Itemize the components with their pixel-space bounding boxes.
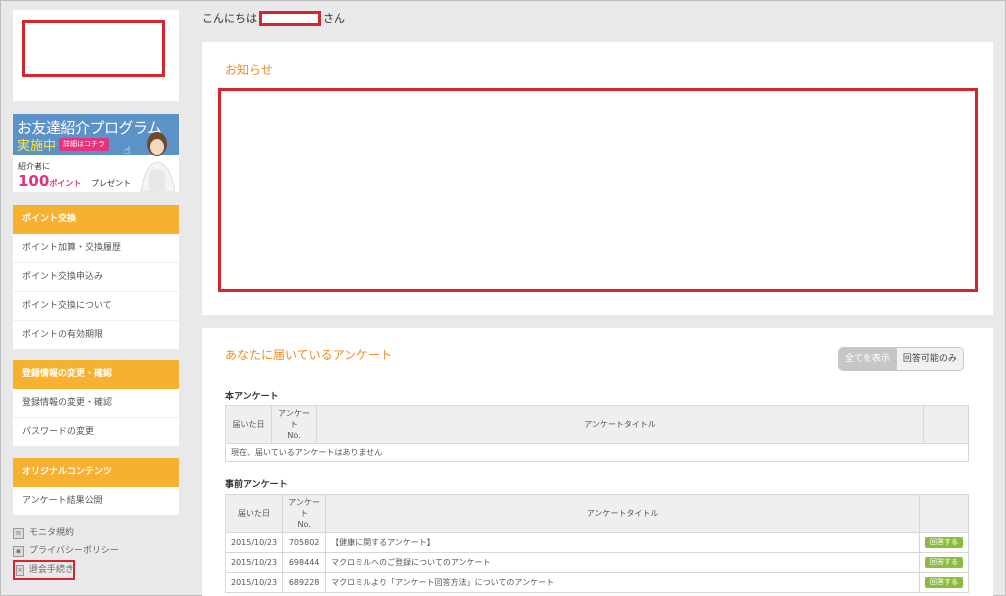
cell-no: 705802: [282, 532, 327, 553]
survey-panel: あなたに届いているアンケート 全てを表示 回答可能のみ 本アンケート 届いた日 …: [202, 328, 993, 596]
show-all-button[interactable]: 全てを表示: [839, 348, 896, 370]
menu-heading-points: ポイント交換: [13, 205, 179, 234]
empty-message: 現在、届いているアンケートはありません: [225, 443, 969, 462]
cell-action: 回答する: [919, 552, 969, 573]
cell-date: 2015/10/23: [224, 532, 284, 553]
cell-no: 689228: [282, 572, 327, 593]
banner-points: 100ポイント: [18, 172, 81, 190]
survey-filter-toggle: 全てを表示 回答可能のみ: [838, 347, 964, 371]
monitor-terms-label: モニタ規約: [29, 528, 75, 538]
points-unit: ポイント: [49, 179, 82, 188]
menu-item-password-change[interactable]: パスワードの変更: [13, 418, 179, 446]
pre-survey-title: 事前アンケート: [225, 480, 288, 490]
table-header-row: 届いた日 アンケート No. アンケートタイトル: [224, 494, 969, 533]
referral-banner[interactable]: お友達紹介プログラム 実施中 詳細はコチラ ☝ 紹介者に 100ポイント プレゼ…: [13, 114, 179, 192]
menu-points: ポイント交換 ポイント加算・交換履歴 ポイント交換申込み ポイント交換について …: [13, 205, 179, 349]
column-no: アンケート No.: [271, 405, 317, 444]
banner-present: プレゼント: [91, 179, 131, 188]
close-box-icon: ×: [16, 564, 24, 576]
table-row: 現在、届いているアンケートはありません: [225, 443, 969, 462]
lock-icon: ▪: [13, 545, 24, 557]
main-survey-title: 本アンケート: [225, 392, 279, 402]
menu-registration: 登録情報の変更・確認 登録情報の変更・確認 パスワードの変更: [13, 360, 179, 446]
menu-item-point-exchange-apply[interactable]: ポイント交換申込み: [13, 263, 179, 292]
menu-item-point-exchange-about[interactable]: ポイント交換について: [13, 292, 179, 321]
answer-button[interactable]: 回答する: [925, 557, 963, 568]
withdraw-link[interactable]: × 退会手続き: [13, 560, 75, 580]
greeting-suffix: さん: [323, 12, 345, 25]
monitor-terms-link[interactable]: ≡ モニタ規約: [13, 524, 179, 542]
cell-action: 回答する: [919, 572, 969, 593]
cell-title: 【健康に関するアンケート】: [325, 532, 920, 553]
column-title: アンケートタイトル: [325, 494, 920, 533]
cell-title: マクロミルより「アンケート回答方法」についてのアンケート: [325, 572, 920, 593]
cell-title: マクロミルへのご登録についてのアンケート: [325, 552, 920, 573]
answer-button[interactable]: 回答する: [925, 537, 963, 548]
greeting: こんにちは さん: [202, 10, 345, 26]
column-title: アンケートタイトル: [316, 405, 924, 444]
menu-item-registration-edit[interactable]: 登録情報の変更・確認: [13, 389, 179, 418]
menu-original: オリジナルコンテンツ アンケート結果公開: [13, 458, 179, 515]
hand-cursor-icon: ☝: [124, 144, 131, 157]
banner-detail-button[interactable]: 詳細はコチラ: [59, 138, 109, 151]
footer-links: ≡ モニタ規約 ▪ プライバシーポリシー × 退会手続き: [13, 524, 179, 580]
redacted-logo: [22, 20, 165, 77]
table-row: 2015/10/23 689228 マクロミルより「アンケート回答方法」について…: [224, 572, 969, 593]
menu-item-survey-results[interactable]: アンケート結果公開: [13, 487, 179, 515]
main-survey-table: 届いた日 アンケート No. アンケートタイトル 現在、届いているアンケートはあ…: [225, 405, 969, 462]
banner-subtitle: 実施中: [17, 139, 57, 154]
table-header-row: 届いた日 アンケート No. アンケートタイトル: [225, 405, 969, 444]
cell-action: 回答する: [919, 532, 969, 553]
redacted-notice-content: [218, 88, 978, 292]
column-date: 届いた日: [225, 405, 272, 444]
cell-date: 2015/10/23: [224, 552, 284, 573]
survey-panel-title: あなたに届いているアンケート: [225, 348, 393, 362]
menu-heading-original: オリジナルコンテンツ: [13, 458, 179, 487]
greeting-prefix: こんにちは: [202, 12, 257, 25]
points-number: 100: [18, 172, 50, 190]
column-date: 届いた日: [224, 494, 284, 533]
answer-button[interactable]: 回答する: [925, 577, 963, 588]
cell-date: 2015/10/23: [224, 572, 284, 593]
pre-survey-table: 届いた日 アンケート No. アンケートタイトル 2015/10/23 7058…: [224, 494, 969, 593]
privacy-policy-label: プライバシーポリシー: [29, 546, 119, 556]
notice-panel: お知らせ: [202, 42, 993, 315]
woman-illustration-icon: [140, 132, 175, 192]
banner-note: 紹介者に: [18, 162, 50, 171]
column-no: アンケート No.: [282, 494, 327, 533]
document-icon: ≡: [13, 527, 24, 539]
menu-heading-registration: 登録情報の変更・確認: [13, 360, 179, 389]
column-action: [919, 494, 969, 533]
privacy-policy-link[interactable]: ▪ プライバシーポリシー: [13, 542, 179, 560]
withdraw-label: 退会手続き: [28, 565, 74, 575]
cell-no: 698444: [282, 552, 327, 573]
notice-title: お知らせ: [225, 63, 273, 77]
table-row: 2015/10/23 705802 【健康に関するアンケート】 回答する: [224, 532, 969, 553]
redacted-user-name: [259, 10, 321, 26]
menu-item-point-expiry[interactable]: ポイントの有効期限: [13, 321, 179, 349]
column-action: [923, 405, 969, 444]
menu-item-point-history[interactable]: ポイント加算・交換履歴: [13, 234, 179, 263]
answerable-only-button[interactable]: 回答可能のみ: [895, 348, 963, 370]
site-logo[interactable]: [13, 10, 179, 101]
table-row: 2015/10/23 698444 マクロミルへのご登録についてのアンケート 回…: [224, 552, 969, 573]
